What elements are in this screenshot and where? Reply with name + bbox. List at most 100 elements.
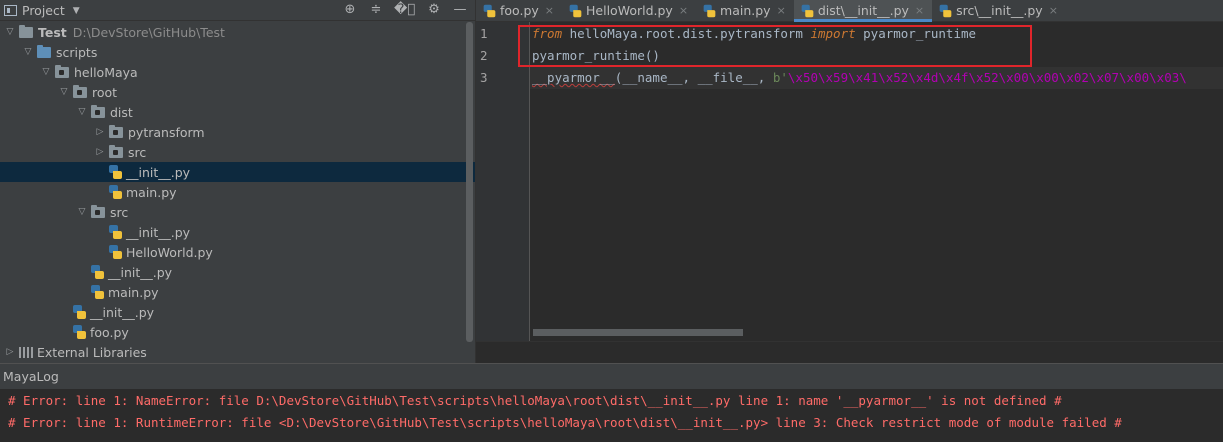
editor-tab[interactable]: HelloWorld.py × [562, 0, 696, 21]
project-icon [4, 5, 17, 16]
chevron-down-icon[interactable]: ▽ [40, 62, 52, 82]
folder-icon [19, 24, 33, 38]
tree-item-label: main.py [126, 184, 177, 200]
tree-item[interactable]: __init__.py [0, 302, 475, 322]
tree-item[interactable]: ▷ src [0, 142, 475, 162]
folder-icon [37, 44, 51, 58]
log-output[interactable]: # Error: line 1: NameError: file D:\DevS… [0, 389, 1223, 442]
chevron-down-icon[interactable]: ▽ [22, 42, 34, 62]
python-file-icon [109, 245, 122, 259]
tree-item-path: D:\DevStore\GitHub\Test [72, 24, 225, 40]
tree-item[interactable]: __init__.py [0, 262, 475, 282]
tree-item[interactable]: __init__.py [0, 162, 475, 182]
tree-item[interactable]: ▽ helloMaya [0, 62, 475, 82]
python-file-icon [569, 4, 582, 17]
code-token: \x50\x59\x41\x52\x4d\x4f\x52\x00\x00\x02… [787, 70, 1187, 85]
editor-tab[interactable]: src\__init__.py × [932, 0, 1066, 21]
chevron-down-icon[interactable]: ▽ [76, 202, 88, 222]
chevron-right-icon[interactable]: ▷ [4, 342, 16, 362]
gear-icon[interactable]: ⚙ [426, 2, 442, 18]
tree-item[interactable]: foo.py [0, 322, 475, 342]
code-editor[interactable]: from helloMaya.root.dist.pytransform imp… [532, 22, 1223, 342]
python-file-icon [939, 4, 952, 17]
locate-icon[interactable]: ⊕ [342, 2, 358, 18]
close-icon[interactable]: × [777, 4, 786, 17]
close-icon[interactable]: × [1049, 4, 1058, 17]
editor-tab[interactable]: dist\__init__.py × [793, 0, 933, 22]
package-folder-icon [55, 64, 69, 78]
line-number-gutter: 1 2 3 [476, 22, 530, 341]
chevron-right-icon[interactable]: ▷ [94, 142, 106, 162]
project-view-selector[interactable]: Project ▼ [4, 3, 80, 18]
editor-tab[interactable]: main.py × [696, 0, 794, 21]
tree-item-label: helloMaya [74, 64, 138, 80]
log-line: # Error: line 1: NameError: file D:\DevS… [8, 393, 1062, 408]
code-line: __pyarmor__(__name__, __file__, b'\x50\x… [532, 67, 1187, 89]
tree-item-label: src [110, 204, 129, 220]
tree-item-label: main.py [108, 284, 159, 300]
tree-item-label: __init__.py [108, 264, 173, 280]
package-folder-icon [109, 144, 123, 158]
tree-item-label: __init__.py [126, 164, 191, 180]
tree-item[interactable]: main.py [0, 182, 475, 202]
chevron-down-icon[interactable]: ▽ [4, 22, 16, 42]
close-icon[interactable]: × [545, 4, 554, 17]
minimize-icon[interactable]: — [452, 2, 468, 18]
chevron-down-icon[interactable]: ▽ [76, 102, 88, 122]
tree-item-label: src [128, 144, 147, 160]
tree-item[interactable]: ▽ src [0, 202, 475, 222]
close-icon[interactable]: × [915, 4, 924, 17]
code-token: __pyarmor__ [532, 70, 615, 85]
project-panel-title: Project [22, 3, 65, 18]
tree-item-label: root [92, 84, 118, 100]
editor-tab-label: foo.py [500, 3, 539, 18]
tree-item[interactable]: ▽ dist [0, 102, 475, 122]
log-line: # Error: line 1: RuntimeError: file <D:\… [8, 415, 1122, 430]
close-icon[interactable]: × [679, 4, 688, 17]
line-number: 1 [480, 26, 488, 41]
tree-item[interactable]: __init__.py [0, 222, 475, 242]
tree-item[interactable]: ▷ External Libraries [0, 342, 475, 362]
python-file-icon [703, 4, 716, 17]
tree-item[interactable]: ▷ pytransform [0, 122, 475, 142]
tree-item[interactable]: main.py [0, 282, 475, 302]
tree-item[interactable]: ▽ Test D:\DevStore\GitHub\Test [0, 22, 475, 42]
library-icon [19, 346, 33, 358]
log-panel-title: MayaLog [3, 369, 59, 384]
tree-item[interactable]: ▽ root [0, 82, 475, 102]
tree-item-label: __init__.py [126, 224, 191, 240]
package-folder-icon [109, 124, 123, 138]
python-file-icon [483, 4, 496, 17]
tree-item-label: __init__.py [90, 304, 155, 320]
editor-tab-label: dist\__init__.py [817, 3, 909, 18]
python-file-icon [91, 285, 104, 299]
package-folder-icon [91, 204, 105, 218]
horizontal-scrollbar[interactable] [533, 329, 743, 336]
annotation-highlight-box [518, 25, 1032, 67]
expand-all-icon[interactable]: ≑ [368, 2, 384, 18]
code-token: (__name__, __file__, [614, 70, 773, 85]
code-token: b' [772, 70, 788, 85]
tree-item-label: pytransform [128, 124, 205, 140]
python-file-icon [109, 185, 122, 199]
tree-item-label: dist [110, 104, 133, 120]
log-panel-header: MayaLog [0, 363, 1223, 389]
project-scrollbar[interactable] [466, 22, 473, 342]
package-folder-icon [73, 84, 87, 98]
chevron-right-icon[interactable]: ▷ [94, 122, 106, 142]
project-panel: Project ▼ ⊕ ≑ �ͯ ⚙ — ▽ Test D:\DevStore\Gi… [0, 0, 475, 363]
line-number: 3 [480, 70, 488, 85]
tree-item-label: scripts [56, 44, 98, 60]
package-folder-icon [91, 104, 105, 118]
editor-tab-bar: foo.py × HelloWorld.py × main.py × dist\__init… [476, 0, 1223, 22]
chevron-down-icon[interactable]: ▼ [73, 6, 80, 16]
collapse-all-icon[interactable]: �ͯ [394, 2, 415, 18]
python-file-icon [109, 225, 122, 239]
editor-tab-label: main.py [720, 3, 771, 18]
editor-bottom-bar [476, 341, 1223, 363]
tree-item[interactable]: ▽ scripts [0, 42, 475, 62]
chevron-down-icon[interactable]: ▽ [58, 82, 70, 102]
tree-item[interactable]: HelloWorld.py [0, 242, 475, 262]
editor-tab[interactable]: foo.py × [476, 0, 562, 21]
editor-tab-label: HelloWorld.py [586, 3, 673, 18]
